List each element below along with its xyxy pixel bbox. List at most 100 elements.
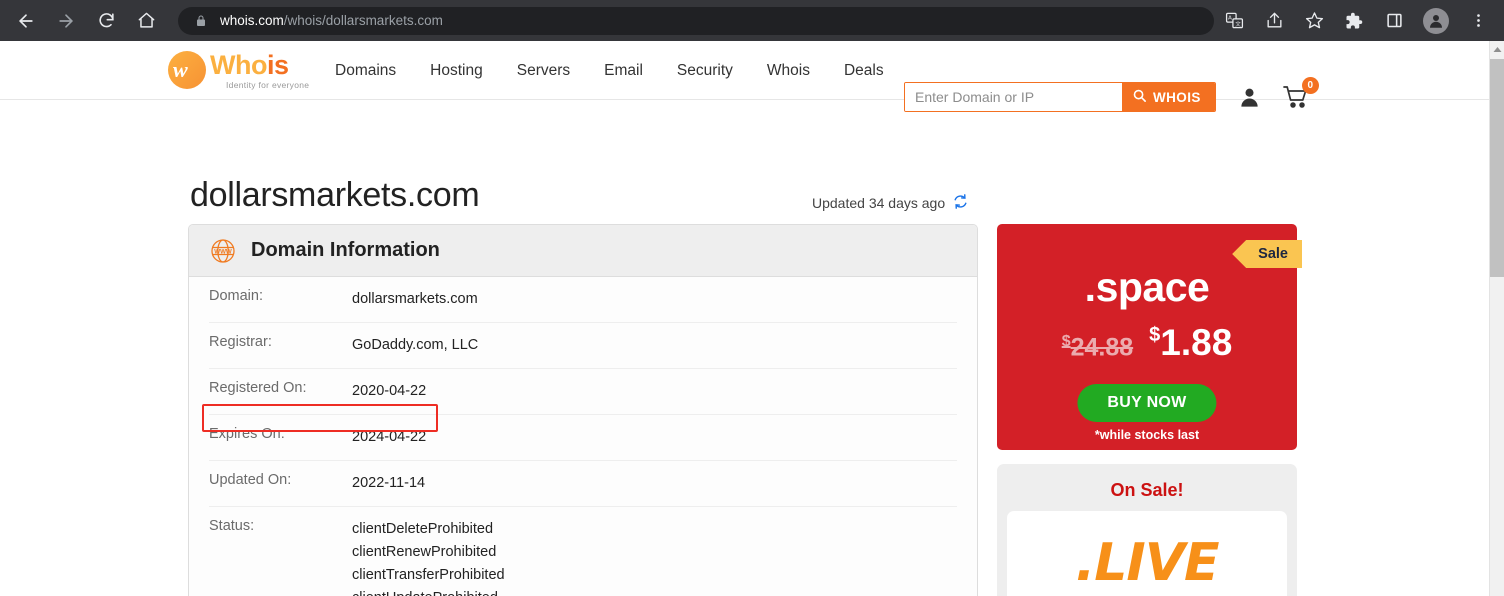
side-panel-icon[interactable]	[1379, 6, 1409, 36]
row-value: 2024-04-22	[352, 426, 426, 449]
row-key: Status:	[209, 518, 255, 534]
logo-swoosh-glyph: w	[173, 57, 188, 82]
nav-item-servers[interactable]: Servers	[500, 41, 587, 100]
header-search-area: WHOIS 0	[904, 76, 1319, 112]
row-value-line: dollarsmarkets.com	[352, 291, 478, 307]
browser-toolbar: whois.com/whois/dollarsmarkets.com A文	[0, 0, 1504, 41]
page-viewport: w Whois Identity for everyone Domains Ho…	[0, 41, 1489, 596]
domain-search-box: WHOIS	[904, 82, 1216, 112]
logo-text-primary: Who	[210, 50, 267, 80]
site-header: w Whois Identity for everyone Domains Ho…	[0, 41, 1489, 112]
share-icon[interactable]	[1259, 6, 1289, 36]
nav-item-deals[interactable]: Deals	[827, 41, 901, 100]
row-key: Registered On:	[209, 380, 307, 396]
logo-wordmark: Whois	[210, 51, 289, 80]
row-value-line: 2020-04-22	[352, 383, 427, 399]
table-row-registered-on: Registered On: 2020-04-22	[209, 369, 957, 415]
bookmark-star-icon[interactable]	[1299, 6, 1329, 36]
row-key: Registrar:	[209, 334, 272, 350]
row-value: GoDaddy.com, LLC	[352, 334, 478, 357]
browser-actions: A文	[1214, 6, 1504, 36]
cart-count-badge: 0	[1301, 76, 1319, 94]
nav-item-email[interactable]: Email	[587, 41, 660, 100]
new-price-currency: $	[1149, 324, 1161, 346]
lock-icon	[192, 12, 210, 30]
search-input[interactable]	[905, 83, 1122, 111]
row-value: clientDeleteProhibited clientRenewProhib…	[352, 518, 505, 596]
whois-search-button[interactable]: WHOIS	[1122, 83, 1215, 111]
space-price-line: $24.88 $1.88	[997, 322, 1297, 364]
row-value-line: GoDaddy.com, LLC	[352, 337, 479, 353]
nav-item-domains[interactable]: Domains	[318, 41, 413, 100]
old-price-currency: $	[1061, 332, 1071, 350]
home-icon[interactable]	[130, 5, 162, 37]
stocks-footnote: *while stocks last	[1094, 428, 1200, 442]
card-header: WWW Domain Information	[189, 225, 977, 277]
navigation-buttons	[0, 5, 166, 37]
back-arrow-icon[interactable]	[10, 5, 42, 37]
svg-text:WWW: WWW	[214, 248, 232, 255]
nav-item-whois[interactable]: Whois	[750, 41, 827, 100]
three-dot-menu-icon[interactable]	[1463, 6, 1493, 36]
live-tld-logo: .LIVE	[1075, 533, 1219, 593]
updated-status: Updated 34 days ago	[812, 193, 969, 213]
whois-logo-mark-icon: w	[168, 51, 206, 89]
domain-information-card: WWW Domain Information Domain: dollarsma…	[188, 224, 978, 596]
main-navigation: Domains Hosting Servers Email Security W…	[318, 41, 901, 100]
whois-logo[interactable]: w Whois Identity for everyone	[168, 47, 313, 93]
domain-info-rows: Domain: dollarsmarkets.com Registrar: Go…	[189, 277, 977, 596]
scrollbar-thumb[interactable]	[1490, 59, 1504, 277]
url-host: whois.com	[220, 13, 284, 28]
url-text: whois.com/whois/dollarsmarkets.com	[220, 13, 443, 28]
on-sale-heading: On Sale!	[1110, 480, 1184, 500]
space-tld-label: .space	[1084, 264, 1210, 310]
row-value-line: 2024-04-22	[352, 429, 427, 445]
page-title: dollarsmarkets.com	[190, 176, 480, 214]
old-price-amount: 24.88	[1070, 333, 1134, 361]
svg-text:A: A	[1228, 16, 1232, 22]
extensions-puzzle-icon[interactable]	[1339, 6, 1369, 36]
translate-icon[interactable]: A文	[1219, 6, 1249, 36]
search-icon	[1132, 88, 1147, 106]
forward-arrow-icon[interactable]	[50, 5, 82, 37]
space-promo-ad[interactable]: Sale .space $24.88 $1.88 BUY NOW *while …	[997, 224, 1302, 450]
user-account-icon[interactable]	[1238, 86, 1261, 109]
table-row-status: Status: clientDeleteProhibited clientRen…	[209, 507, 957, 596]
row-value: 2020-04-22	[352, 380, 426, 403]
logo-tagline: Identity for everyone	[226, 80, 310, 90]
new-price-amount: 1.88	[1160, 322, 1233, 363]
refresh-icon[interactable]	[952, 193, 969, 213]
buy-now-button[interactable]: BUY NOW	[1077, 384, 1217, 422]
row-value-line: 2022-11-14	[352, 475, 426, 491]
updated-text: Updated 34 days ago	[812, 195, 946, 211]
space-new-price: $1.88	[1149, 322, 1232, 364]
reload-icon[interactable]	[90, 5, 122, 37]
row-key: Domain:	[209, 288, 263, 304]
table-row: Domain: dollarsmarkets.com	[209, 277, 957, 323]
url-path: /whois/dollarsmarkets.com	[283, 13, 443, 28]
profile-avatar-icon[interactable]	[1423, 7, 1449, 34]
table-row: Registrar: GoDaddy.com, LLC	[209, 323, 957, 369]
row-key: Expires On:	[209, 426, 285, 442]
row-value-line: clientDeleteProhibited	[352, 521, 494, 537]
page-scrollbar[interactable]	[1489, 41, 1504, 596]
space-old-price: $24.88	[1062, 333, 1133, 362]
live-ad-card: .LIVE .LIVE @ $4.88 $29.88	[1007, 511, 1287, 596]
row-value: 2022-11-14	[352, 472, 425, 495]
row-value-line: clientRenewProhibited	[352, 544, 497, 560]
row-value-line: clientUpdateProhibited	[352, 587, 505, 596]
table-row: Updated On: 2022-11-14	[209, 461, 957, 507]
row-value-line: clientTransferProhibited	[352, 567, 505, 583]
nav-item-security[interactable]: Security	[660, 41, 750, 100]
www-globe-icon: WWW	[209, 237, 237, 265]
card-title: Domain Information	[251, 239, 440, 261]
nav-item-hosting[interactable]: Hosting	[413, 41, 500, 100]
scrollbar-up-arrow-icon[interactable]	[1490, 41, 1504, 58]
logo-text-secondary: is	[266, 50, 289, 80]
row-key: Updated On:	[209, 472, 292, 488]
shopping-cart-icon[interactable]: 0	[1282, 76, 1319, 110]
live-promo-ad[interactable]: On Sale! .LIVE .LIVE @ $4.88 $29.88	[997, 464, 1297, 596]
whois-search-button-label: WHOIS	[1153, 89, 1201, 105]
address-bar[interactable]: whois.com/whois/dollarsmarkets.com	[178, 6, 1214, 35]
row-value: dollarsmarkets.com	[352, 288, 478, 311]
